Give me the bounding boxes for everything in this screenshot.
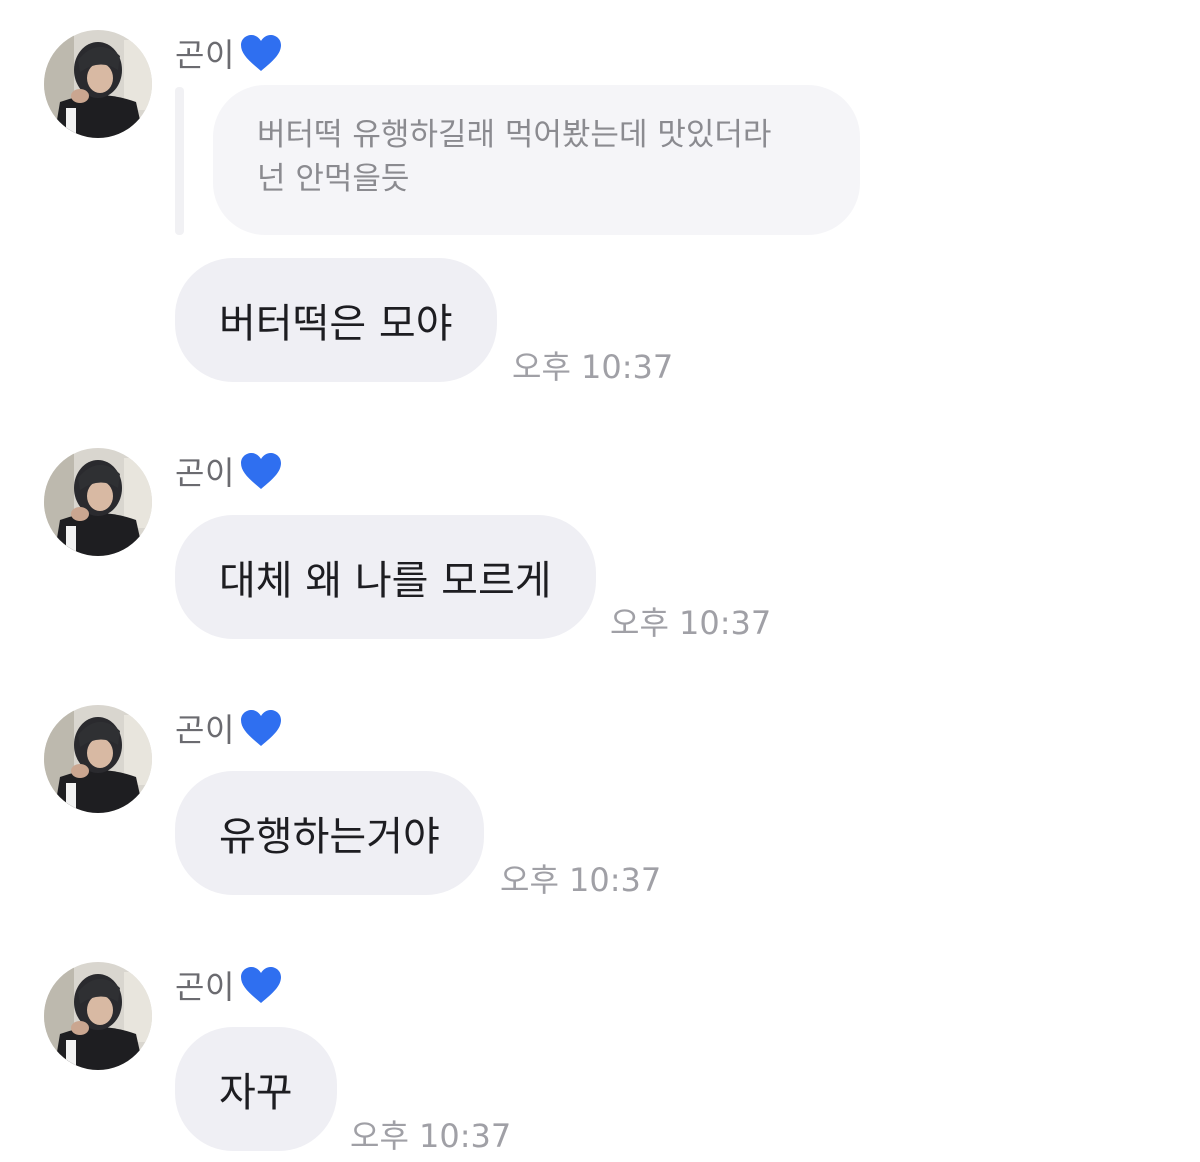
- sender-name-text: 곤이: [175, 968, 235, 1006]
- message-text: 자꾸: [219, 1070, 293, 1116]
- quoted-reply-line: 넌 안먹을듯: [257, 161, 410, 197]
- message-bubble[interactable]: 버터떡은 모야: [175, 258, 497, 382]
- sender-name: 곤이: [175, 448, 283, 494]
- profile-avatar[interactable]: [44, 448, 152, 556]
- profile-avatar[interactable]: [44, 705, 152, 813]
- blue-heart-icon: [239, 33, 283, 73]
- message-text: 대체 왜 나를 모르게: [219, 558, 552, 604]
- blue-heart-icon: [239, 451, 283, 491]
- message-timestamp: 오후 10:37: [500, 861, 662, 899]
- message-text: 버터떡은 모야: [219, 301, 453, 347]
- sender-name: 곤이: [175, 962, 283, 1008]
- profile-avatar[interactable]: [44, 962, 152, 1070]
- message-timestamp: 오후 10:37: [512, 348, 674, 386]
- blue-heart-icon: [239, 965, 283, 1005]
- blue-heart-icon: [239, 708, 283, 748]
- message-bubble[interactable]: 자꾸: [175, 1027, 337, 1151]
- sender-name-text: 곤이: [175, 36, 235, 74]
- sender-name: 곤이: [175, 30, 283, 76]
- reply-indicator-bar: [175, 87, 184, 235]
- message-text: 유행하는거야: [219, 814, 440, 860]
- sender-name-text: 곤이: [175, 711, 235, 749]
- message-bubble[interactable]: 대체 왜 나를 모르게: [175, 515, 596, 639]
- message-timestamp: 오후 10:37: [610, 604, 772, 642]
- quoted-reply-line: 버터떡 유행하길래 먹어봤는데 맛있더라: [257, 117, 772, 153]
- sender-name: 곤이: [175, 705, 283, 751]
- quoted-reply-bubble[interactable]: 버터떡 유행하길래 먹어봤는데 맛있더라 넌 안먹을듯: [213, 85, 860, 235]
- message-timestamp: 오후 10:37: [350, 1117, 512, 1155]
- message-bubble[interactable]: 유행하는거야: [175, 771, 484, 895]
- profile-avatar[interactable]: [44, 30, 152, 138]
- sender-name-text: 곤이: [175, 454, 235, 492]
